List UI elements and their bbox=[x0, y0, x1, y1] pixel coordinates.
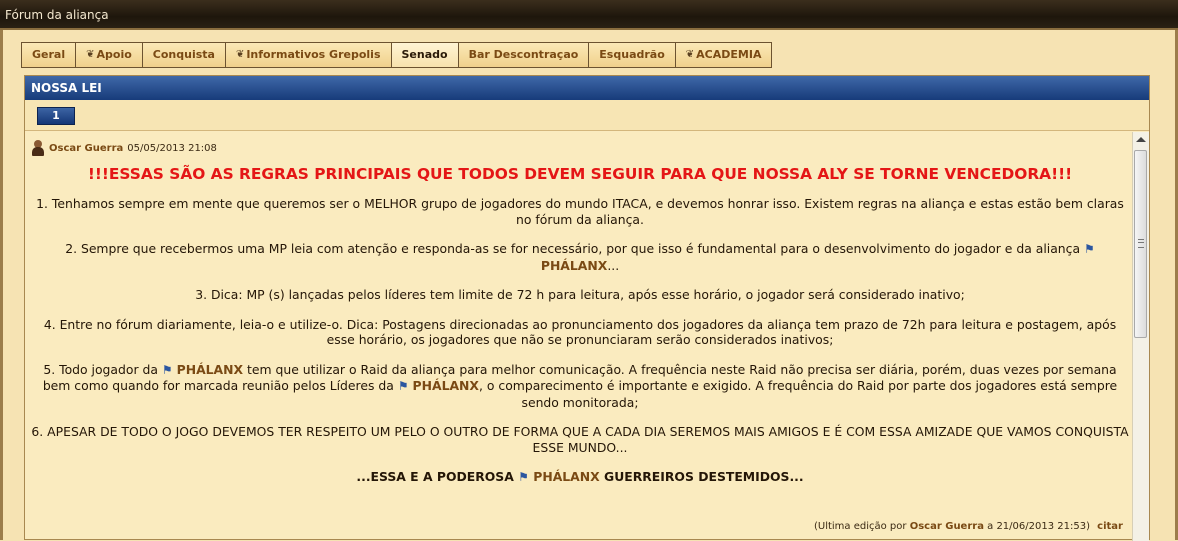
rule-5-text-c: , o comparecimento é importante e exigid… bbox=[478, 378, 1118, 410]
tab-esquadrao[interactable]: Esquadrão bbox=[589, 42, 676, 68]
alliance-flag-icon: ⚑ bbox=[518, 470, 529, 484]
scroll-thumb[interactable] bbox=[1134, 150, 1147, 338]
tab-conquista[interactable]: Conquista bbox=[142, 42, 226, 68]
scroll-up-arrow-icon[interactable] bbox=[1136, 137, 1146, 142]
tab-senado[interactable]: Senado bbox=[391, 42, 459, 68]
rule-5-text-a: 5. Todo jogador da bbox=[43, 361, 158, 377]
alliance-forum-window: Fórum da aliança Geral ❦ Apoio Conquista … bbox=[0, 0, 1178, 541]
post-scrollbar[interactable] bbox=[1132, 132, 1149, 541]
alliance-flag-icon: ⚑ bbox=[161, 362, 173, 377]
edit-author[interactable]: Oscar Guerra bbox=[910, 521, 984, 532]
edit-info: (Ultima edição por Oscar Guerra a 21/06/… bbox=[814, 521, 1123, 532]
post-meta: Oscar Guerra 05/05/2013 21:08 bbox=[31, 140, 217, 156]
rule-2-text: 2. Sempre que recebermos uma MP leia com… bbox=[65, 241, 1081, 256]
tab-label: Senado bbox=[401, 48, 448, 61]
tab-label: Apoio bbox=[96, 48, 132, 61]
post-headline: !!!ESSAS SÃO AS REGRAS PRINCIPAIS QUE TO… bbox=[87, 165, 1073, 183]
swirl-icon: ❦ bbox=[685, 49, 695, 60]
tab-label: ACADEMIA bbox=[696, 48, 762, 61]
thread-panel: NOSSA LEI 1 Oscar Guerra 05/05/2013 21:0… bbox=[24, 75, 1150, 541]
avatar[interactable] bbox=[31, 140, 45, 156]
alliance-link[interactable]: PHÁLANX bbox=[533, 469, 599, 484]
page-button[interactable]: 1 bbox=[37, 107, 75, 125]
tab-label: Bar Descontraçao bbox=[468, 48, 579, 61]
tab-label: Conquista bbox=[152, 48, 215, 61]
swirl-icon: ❦ bbox=[235, 49, 245, 60]
forum-tabs: Geral ❦ Apoio Conquista ❦ Informativos Gre… bbox=[21, 42, 773, 68]
tab-geral[interactable]: Geral bbox=[21, 42, 77, 68]
tab-bar-descontracao[interactable]: Bar Descontraçao bbox=[458, 42, 590, 68]
window-title: Fórum da aliança bbox=[5, 8, 109, 22]
rule-3: 3. Dica: MP (s) lançadas pelos líderes t… bbox=[195, 287, 965, 302]
post-body: !!!ESSAS SÃO AS REGRAS PRINCIPAIS QUE TO… bbox=[31, 164, 1129, 486]
closing-text-b: GUERREIROS DESTEMIDOS... bbox=[604, 469, 804, 484]
tab-apoio[interactable]: ❦ Apoio bbox=[76, 42, 143, 68]
window-titlebar[interactable]: Fórum da aliança bbox=[0, 0, 1178, 30]
tab-label: Informativos Grepolis bbox=[246, 48, 381, 61]
rule-1: 1. Tenhamos sempre em mente que queremos… bbox=[36, 196, 1124, 227]
rule-5: 5. Todo jogador da ⚑ PHÁLANX tem que uti… bbox=[31, 362, 1129, 411]
swirl-icon: ❦ bbox=[86, 49, 95, 60]
rule-2: 2. Sempre que recebermos uma MP leia com… bbox=[31, 241, 1129, 273]
closing-text-a: ...ESSA E A PODEROSA bbox=[356, 469, 514, 484]
post-date: 05/05/2013 21:08 bbox=[127, 142, 217, 154]
alliance-flag-icon: ⚑ bbox=[1084, 242, 1095, 256]
edit-prefix: (Ultima edição por bbox=[813, 521, 907, 532]
tab-informativos-grepolis[interactable]: ❦ Informativos Grepolis bbox=[225, 42, 392, 68]
edit-suffix: a 21/06/2013 21:53) bbox=[987, 521, 1090, 532]
grip-icon bbox=[1138, 239, 1144, 248]
alliance-link[interactable]: PHÁLANX bbox=[177, 362, 243, 377]
tab-label: Geral bbox=[32, 48, 66, 61]
post-author[interactable]: Oscar Guerra bbox=[49, 143, 123, 154]
pagination-bar: 1 bbox=[25, 100, 1149, 131]
rule-6: 6. APESAR DE TODO O JOGO DEVEMOS TER RES… bbox=[31, 424, 1129, 455]
alliance-link[interactable]: PHÁLANX bbox=[413, 378, 479, 393]
thread-header: NOSSA LEI bbox=[25, 76, 1149, 101]
rule-2-ellipsis: ... bbox=[607, 257, 620, 273]
rule-4: 4. Entre no fórum diariamente, leia-o e … bbox=[43, 316, 1117, 348]
tab-label: Esquadrão bbox=[599, 48, 665, 61]
alliance-link[interactable]: PHÁLANX bbox=[541, 258, 607, 273]
tab-academia[interactable]: ❦ ACADEMIA bbox=[675, 42, 773, 68]
thread-title: NOSSA LEI bbox=[31, 81, 102, 95]
post-closing: ...ESSA E A PODEROSA ⚑ PHÁLANX GUERREIRO… bbox=[31, 469, 1129, 486]
quote-link[interactable]: citar bbox=[1097, 521, 1123, 532]
alliance-flag-icon: ⚑ bbox=[397, 379, 409, 393]
